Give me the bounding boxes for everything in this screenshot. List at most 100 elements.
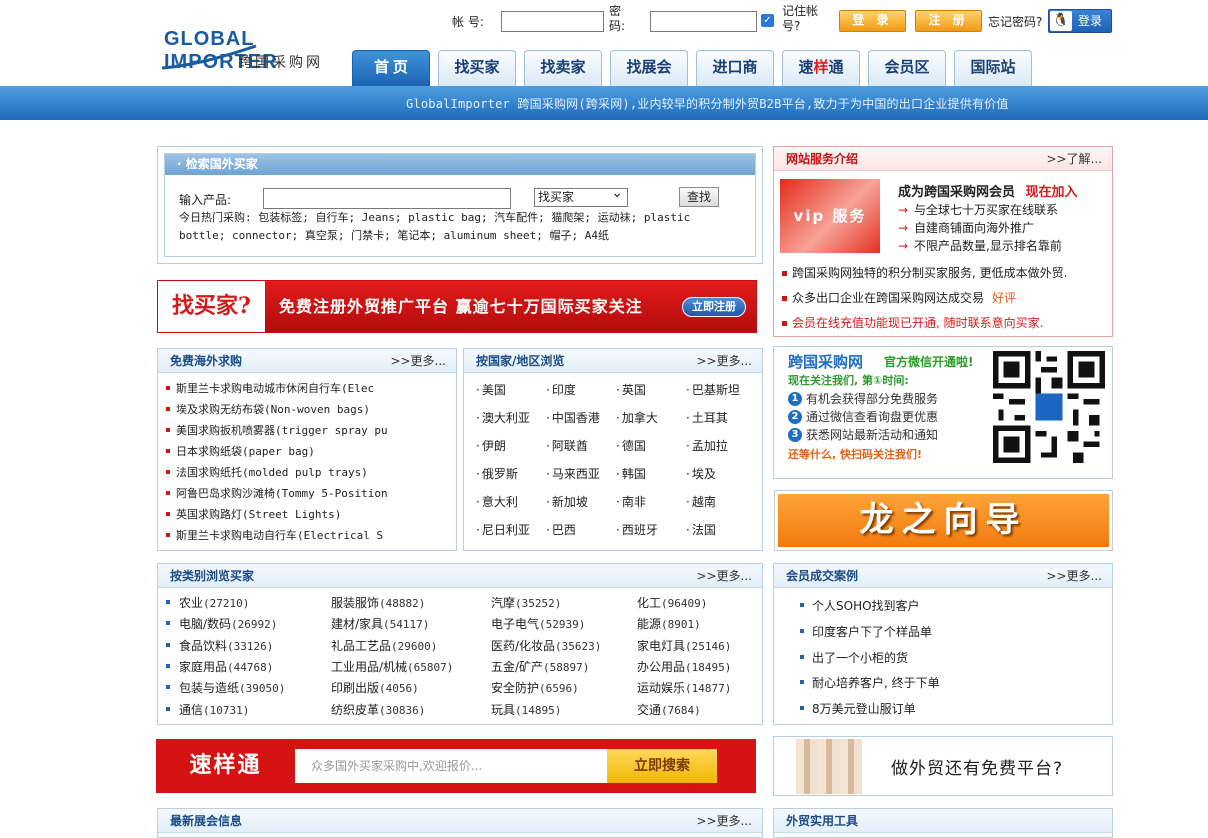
country-item[interactable]: 法国	[686, 521, 716, 538]
forgot-password-link[interactable]: 忘记密码?	[988, 13, 1042, 30]
login-button[interactable]: 登 录	[839, 10, 906, 32]
category-item[interactable]: 服装服饰(48882)	[331, 594, 425, 611]
category-item[interactable]: 化工(96409)	[637, 594, 707, 611]
case-item[interactable]: 个人SOHO找到客户	[798, 594, 1112, 620]
category-item[interactable]: 印刷出版(4056)	[331, 679, 419, 696]
expo-more-link[interactable]: >>更多...	[696, 809, 752, 833]
site-logo[interactable]: GLOBAL IMPORTER 跨国采购网	[160, 26, 340, 74]
category-item[interactable]: 医药/化妆品(35623)	[491, 637, 601, 654]
category-item[interactable]: 农业(27210)	[165, 594, 249, 611]
country-item[interactable]: 印度	[546, 381, 576, 398]
category-item[interactable]: 安全防护(6596)	[491, 679, 579, 696]
cases-more-link[interactable]: >>更多...	[1046, 564, 1102, 588]
list-item[interactable]: 英国求购路灯(Street Lights)	[164, 504, 456, 525]
category-item[interactable]: 汽摩(35252)	[491, 594, 561, 611]
dragon-guide-banner[interactable]: 龙之向导	[774, 490, 1113, 551]
wechat-qr-code-icon[interactable]	[993, 351, 1105, 463]
country-item[interactable]: 俄罗斯	[476, 465, 518, 482]
country-item[interactable]: 新加坡	[546, 493, 588, 510]
case-item[interactable]: 耐心培养客户, 终于下单	[798, 671, 1112, 697]
country-item[interactable]: 阿联酋	[546, 437, 588, 454]
country-item[interactable]: 尼日利亚	[476, 521, 530, 538]
category-item[interactable]: 办公用品(18495)	[637, 658, 731, 675]
list-item[interactable]: 日本求购纸袋(paper bag)	[164, 441, 456, 462]
category-item[interactable]: 纺织皮革(30836)	[331, 701, 425, 718]
quick-sample-input[interactable]: 众多国外买家采购中,欢迎报价...	[295, 749, 607, 783]
password-input[interactable]	[650, 11, 757, 32]
vip-service-image[interactable]: vip 服务	[780, 179, 880, 253]
buyer-search-title: · 检索国外买家	[165, 154, 755, 175]
list-item[interactable]: 斯里兰卡求购电动城市休闲自行车(Elec	[164, 378, 456, 399]
categories-more-link[interactable]: >>更多...	[696, 564, 752, 588]
country-item[interactable]: 越南	[686, 493, 716, 510]
account-input[interactable]	[501, 11, 604, 32]
tab-importers[interactable]: 进口商	[696, 50, 774, 87]
category-item[interactable]: 工业用品/机械(65807)	[331, 658, 453, 675]
tab-find-expos[interactable]: 找展会	[610, 50, 688, 87]
tab-home[interactable]: 首 页	[352, 50, 430, 87]
search-type-select[interactable]: 找买家	[534, 185, 628, 207]
country-item[interactable]: 伊朗	[476, 437, 506, 454]
service-note[interactable]: 众多出口企业在跨国采购网达成交易 好评	[780, 286, 1110, 311]
list-item[interactable]: 阿鲁巴岛求购沙滩椅(Tommy 5-Position	[164, 483, 456, 504]
category-item[interactable]: 电子电气(52939)	[491, 615, 585, 632]
qq-login-button[interactable]: 🐧 登录	[1048, 9, 1112, 33]
tab-quick-sample[interactable]: 速样通	[782, 50, 860, 87]
service-note-tail[interactable]: 好评	[992, 291, 1016, 305]
free-platform-ad[interactable]: 做外贸还有免费平台?	[773, 736, 1113, 796]
category-item[interactable]: 建材/家具(54117)	[331, 615, 429, 632]
find-button[interactable]: 查找	[679, 187, 719, 207]
case-item[interactable]: 8万美元登山服订单	[798, 697, 1112, 723]
country-item[interactable]: 美国	[476, 381, 506, 398]
category-item[interactable]: 交通(7684)	[637, 701, 701, 718]
country-item[interactable]: 巴西	[546, 521, 576, 538]
list-item[interactable]: 埃及求购无纺布袋(Non-woven bags)	[164, 399, 456, 420]
category-item[interactable]: 玩具(14895)	[491, 701, 561, 718]
tab-international[interactable]: 国际站	[954, 50, 1032, 87]
country-item[interactable]: 马来西亚	[546, 465, 600, 482]
case-item[interactable]: 印度客户下了个样品单	[798, 620, 1112, 646]
category-item[interactable]: 通信(10731)	[165, 701, 249, 718]
service-note[interactable]: 跨国采购网独特的积分制买家服务, 更低成本做外贸.	[780, 261, 1110, 286]
country-item[interactable]: 南非	[616, 493, 646, 510]
country-item[interactable]: 德国	[616, 437, 646, 454]
country-item[interactable]: 西班牙	[616, 521, 658, 538]
service-note[interactable]: 会员在线充值功能现已开通, 随时联系意向买家.	[780, 311, 1110, 336]
product-search-input[interactable]	[263, 188, 511, 209]
country-item[interactable]: 埃及	[686, 465, 716, 482]
country-item[interactable]: 巴基斯坦	[686, 381, 740, 398]
quick-sample-search-button[interactable]: 立即搜索	[607, 749, 717, 783]
country-item[interactable]: 中国香港	[546, 409, 600, 426]
countries-more-link[interactable]: >>更多...	[696, 349, 752, 373]
tab-find-sellers[interactable]: 找卖家	[524, 50, 602, 87]
category-item[interactable]: 食品饮料(33126)	[165, 637, 273, 654]
banner-register-button[interactable]: 立即注册	[682, 297, 746, 317]
register-button[interactable]: 注 册	[915, 10, 982, 32]
category-item[interactable]: 家电灯具(25146)	[637, 637, 731, 654]
category-item[interactable]: 电脑/数码(26992)	[165, 615, 277, 632]
country-item[interactable]: 加拿大	[616, 409, 658, 426]
category-item[interactable]: 家庭用品(44768)	[165, 658, 273, 675]
category-item[interactable]: 礼品工艺品(29600)	[331, 637, 437, 654]
country-item[interactable]: 意大利	[476, 493, 518, 510]
category-item[interactable]: 五金/矿产(58897)	[491, 658, 589, 675]
country-item[interactable]: 孟加拉	[686, 437, 728, 454]
remember-checkbox[interactable]: ✓	[761, 14, 774, 27]
free-buy-more-link[interactable]: >>更多...	[390, 349, 446, 373]
tab-members[interactable]: 会员区	[868, 50, 946, 87]
country-item[interactable]: 土耳其	[686, 409, 728, 426]
country-item[interactable]: 韩国	[616, 465, 646, 482]
find-buyer-banner[interactable]: 找买家? 免费注册外贸推广平台 赢逾七十万国际买家关注 立即注册	[157, 280, 757, 333]
join-now-link[interactable]: 现在加入	[1026, 185, 1078, 200]
category-item[interactable]: 能源(8901)	[637, 615, 701, 632]
category-item[interactable]: 运动娱乐(14877)	[637, 679, 731, 696]
country-item[interactable]: 澳大利亚	[476, 409, 530, 426]
list-item[interactable]: 法国求购纸托(molded pulp trays)	[164, 462, 456, 483]
category-item[interactable]: 包装与造纸(39050)	[165, 679, 285, 696]
tab-find-buyers[interactable]: 找买家	[438, 50, 516, 87]
country-item[interactable]: 英国	[616, 381, 646, 398]
list-item[interactable]: 斯里兰卡求购电动自行车(Electrical S	[164, 525, 456, 546]
service-more-link[interactable]: >>了解...	[1046, 147, 1102, 171]
case-item[interactable]: 出了一个小柜的货	[798, 646, 1112, 672]
list-item[interactable]: 美国求购扳机喷雾器(trigger spray pu	[164, 420, 456, 441]
